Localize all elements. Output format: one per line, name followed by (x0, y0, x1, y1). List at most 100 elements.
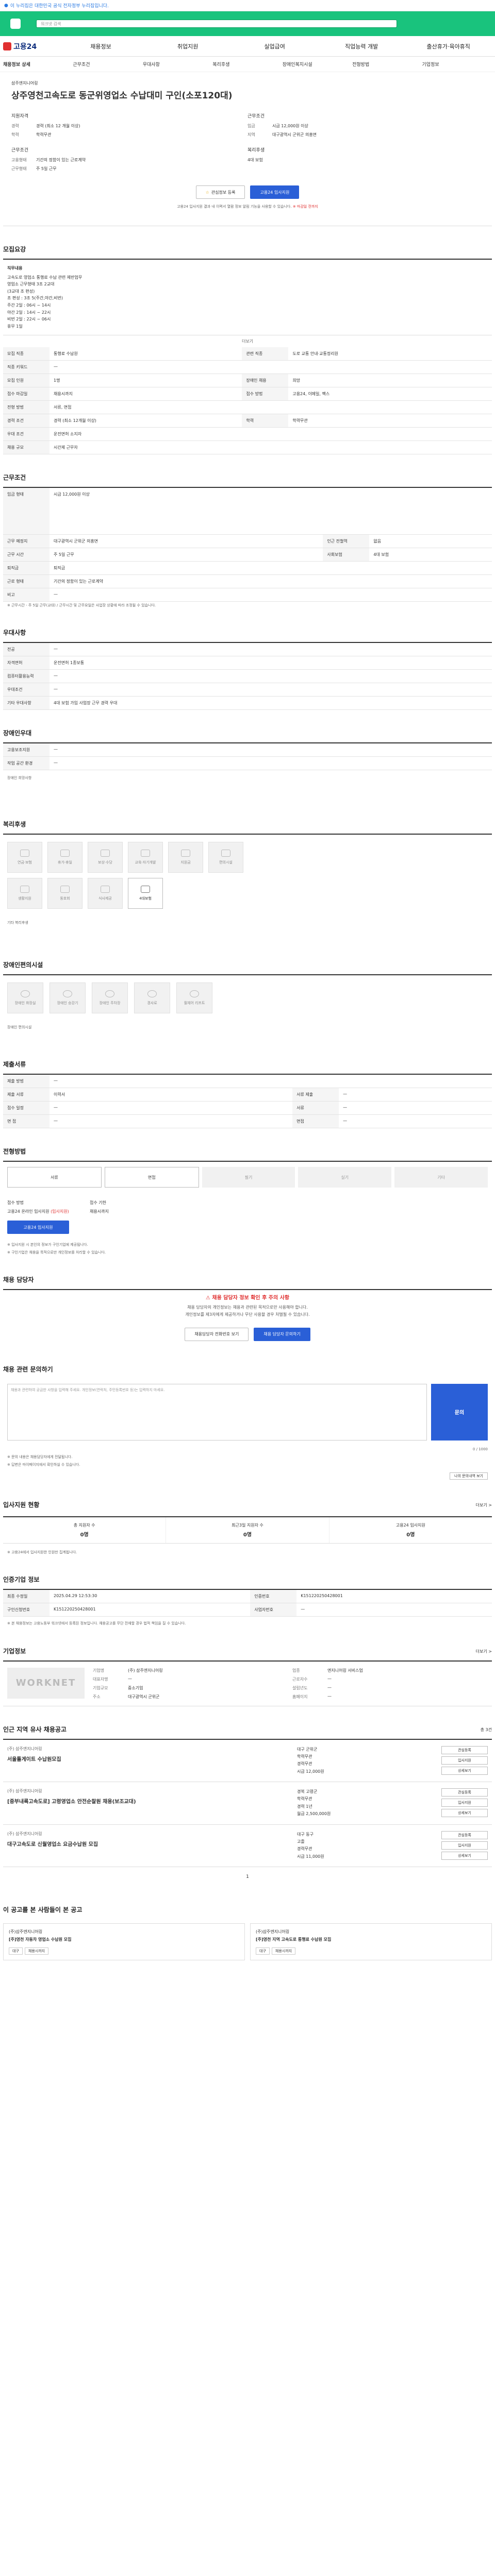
welfare-tile[interactable]: 편의시설 (208, 842, 243, 873)
table-row: 근무 예정지 대구광역시 군위군 의흥면 인근 전철역 없음 (3, 534, 492, 548)
my-inquiry-button[interactable]: 나의 문의내역 보기 (450, 1472, 488, 1480)
job-action-button[interactable]: 관심등록 (441, 1831, 488, 1839)
apply-button[interactable]: 고용24 입사지원 (250, 185, 300, 199)
note-line: ※ 문의 내용은 채용담당자에게 전달됩니다. (7, 1454, 73, 1459)
menu-icon[interactable] (10, 19, 21, 29)
logo-text: 고용24 (13, 42, 37, 51)
tab[interactable]: 전형방법 (352, 61, 422, 67)
job-title[interactable]: [중부내륙고속도로] 고령영업소 안전순찰원 채용(보조교대) (7, 1797, 297, 1805)
table-row: 모집 직종 통행료 수납원 관련 직종 도로 교통 안내·교통정리원 (3, 347, 492, 361)
more-button[interactable]: 더보기 (3, 335, 492, 347)
welfare-tile[interactable]: 휴가·휴일 (47, 842, 82, 873)
job-company[interactable]: (주) 삼주엔지니어링 (7, 1788, 297, 1794)
tab[interactable]: 우대사항 (143, 61, 212, 67)
apply-button[interactable]: 고용24 입사지원 (7, 1221, 69, 1234)
row-value: — (50, 1101, 293, 1115)
work-head: 근무조건 (248, 114, 265, 119)
row-label: 우대조건 (3, 683, 50, 697)
job-action-button[interactable]: 관심등록 (441, 1788, 488, 1797)
job-action-button[interactable]: 관심등록 (441, 1745, 488, 1754)
label: 학력 (11, 132, 19, 137)
welfare-tile[interactable]: 교육·자기개발 (128, 842, 163, 873)
more-link[interactable]: 더보기 > (476, 1502, 492, 1508)
more-link[interactable]: 더보기 > (476, 1649, 492, 1654)
job-loc: 경북 고령군 (297, 1789, 318, 1794)
facility-tile[interactable]: 장애인 주차장 (92, 982, 128, 1014)
gnb-item[interactable]: 실업급여 (231, 42, 318, 50)
job-action-button[interactable]: 입사지원 (441, 1799, 488, 1807)
job-company[interactable]: (주) 삼주엔지니어링 (7, 1746, 297, 1752)
value: 경력 (최소 12 개월 이상) (36, 124, 80, 128)
job-action-button[interactable]: 상세보기 (441, 1766, 488, 1775)
section-title: 제출서류 (3, 1061, 26, 1069)
inquiry-textarea[interactable]: 채용과 관련하여 궁금한 사항을 입력해 주세요. 개인정보(연락처, 주민등록… (7, 1383, 427, 1440)
welfare-tile[interactable]: 생활지원 (7, 878, 42, 909)
selection-step: 필기 (202, 1167, 295, 1188)
welfare-tile[interactable]: 동호회 (47, 878, 82, 909)
welfare-tile[interactable]: 지원금 (168, 842, 203, 873)
job-item[interactable]: (주) 삼주엔지니어링 서울톨게이트 수납원모집 대구 군위군 학력무관 경력무관 시급 … (3, 1740, 492, 1783)
reco-card[interactable]: (주)삼주엔지니어링 [주]영천 지역 고속도로 통행료 수납원 모집 대구 채용시까… (250, 1923, 492, 1961)
welfare-icon (20, 886, 29, 893)
show-phone-button[interactable]: 채용담당자 전화번호 보기 (185, 1327, 249, 1341)
row-value: 2025.04.29 12:53:30 (50, 1590, 251, 1604)
gnb-item[interactable]: 채용정보 (57, 42, 144, 50)
table-row: 접수 마감일 채용시까지 접수 방법 고용24, 이메일, 팩스 (3, 387, 492, 401)
inquiry-button[interactable]: 채용 담당자 문의하기 (254, 1327, 310, 1341)
facility-tile[interactable]: 장애인 승강기 (50, 982, 86, 1014)
reco-card[interactable]: (주)삼주엔지니어링 [주]영천 자동차 영업소 수납원 모집 대구 채용시까지 (3, 1923, 245, 1961)
section-title: 인근 지역 유사 채용공고 (3, 1725, 67, 1733)
inquiry-submit-button[interactable]: 문의 (431, 1383, 488, 1440)
disabled-note: 장애인 희망사항 (7, 776, 32, 781)
gnb-item[interactable]: 직업능력 개발 (318, 42, 405, 50)
job-actions: 관심등록입사지원상세보기 (431, 1788, 488, 1818)
welfare-tile[interactable]: 연금·보험 (7, 842, 42, 873)
reco-list: (주)삼주엔지니어링 [주]영천 자동차 영업소 수납원 모집 대구 채용시까지 (주)… (3, 1919, 492, 1964)
tab[interactable]: 장애인복지시설 (283, 61, 352, 67)
welfare-tile[interactable]: 식사제공 (88, 878, 123, 909)
welfare-tile[interactable]: 보상·수당 (88, 842, 123, 873)
facility-tile[interactable]: 장애인 화장실 (7, 982, 43, 1014)
facility-tile[interactable]: 휠체어 리프트 (176, 982, 212, 1014)
company-field: 업종 (292, 1668, 300, 1673)
row-label: 서류 (292, 1101, 339, 1115)
section-tabs: 채용정보 상세 근무조건 우대사항 복리후생 장애인복지시설 전형방법 기업정보 (0, 57, 495, 72)
job-action-button[interactable]: 상세보기 (441, 1851, 488, 1860)
facility-label: 장애인 화장실 (14, 1001, 36, 1006)
company-field: (주) 삼주엔지니어링 (128, 1668, 163, 1673)
company-field: 대구광역시 군위군 (128, 1694, 160, 1699)
tab[interactable]: 복리후생 (212, 61, 282, 67)
tab[interactable]: 근무조건 (73, 61, 142, 67)
company-name[interactable]: 삼주엔지니어링 (3, 77, 492, 88)
scrap-button[interactable]: ☆ 관심정보 등록 (195, 185, 245, 199)
tab[interactable]: 기업정보 (422, 61, 492, 67)
desc-line: 휴무 1일 (7, 324, 23, 329)
label: 경력 (11, 124, 19, 128)
reco-title[interactable]: [주]영천 자동차 영업소 수납원 모집 (9, 1937, 239, 1942)
search-input[interactable]: 워크넷 검색 (36, 20, 397, 28)
reco-title[interactable]: [주]영천 지역 고속도로 통행료 수납원 모집 (256, 1937, 486, 1942)
facility-tile[interactable]: 경사로 (134, 982, 170, 1014)
job-action-button[interactable]: 입사지원 (441, 1756, 488, 1765)
search-bar: 워크넷 검색 (0, 11, 495, 36)
stat-value: 0명 (406, 1532, 415, 1538)
facilities-grid: 장애인 화장실 장애인 승강기 장애인 주차장 경사로 휠체어 리프트 (3, 975, 492, 1021)
job-title[interactable]: 대구고속도로 신월영업소 요금수납원 모집 (7, 1840, 297, 1848)
job-action-button[interactable]: 상세보기 (441, 1809, 488, 1818)
welfare-label: 식사제공 (98, 896, 112, 901)
job-edu: 학력무관 (297, 1754, 312, 1759)
job-company[interactable]: (주) 삼주엔지니어링 (7, 1831, 297, 1837)
gnb-item[interactable]: 취업지원 (144, 42, 232, 50)
job-title[interactable]: 서울톨게이트 수납원모집 (7, 1755, 297, 1762)
job-item[interactable]: (주) 삼주엔지니어링 대구고속도로 신월영업소 요금수납원 모집 대구 동구 고졸 경… (3, 1825, 492, 1868)
page-number[interactable]: 1 (3, 1867, 492, 1887)
company-field: — (327, 1693, 332, 1699)
welfare-tile[interactable]: 4대보험 (128, 878, 163, 909)
row-value: 서류, 면접 (50, 400, 492, 415)
job-action-button[interactable]: 입사지원 (441, 1841, 488, 1850)
job-item[interactable]: (주) 삼주엔지니어링 [중부내륙고속도로] 고령영업소 안전순찰원 채용(보조교… (3, 1782, 492, 1825)
tab[interactable]: 채용정보 상세 (3, 61, 73, 67)
logo[interactable]: 고용24 (3, 41, 37, 52)
welfare-icon (221, 850, 230, 857)
gnb-item[interactable]: 출산휴가·육아휴직 (405, 42, 492, 50)
